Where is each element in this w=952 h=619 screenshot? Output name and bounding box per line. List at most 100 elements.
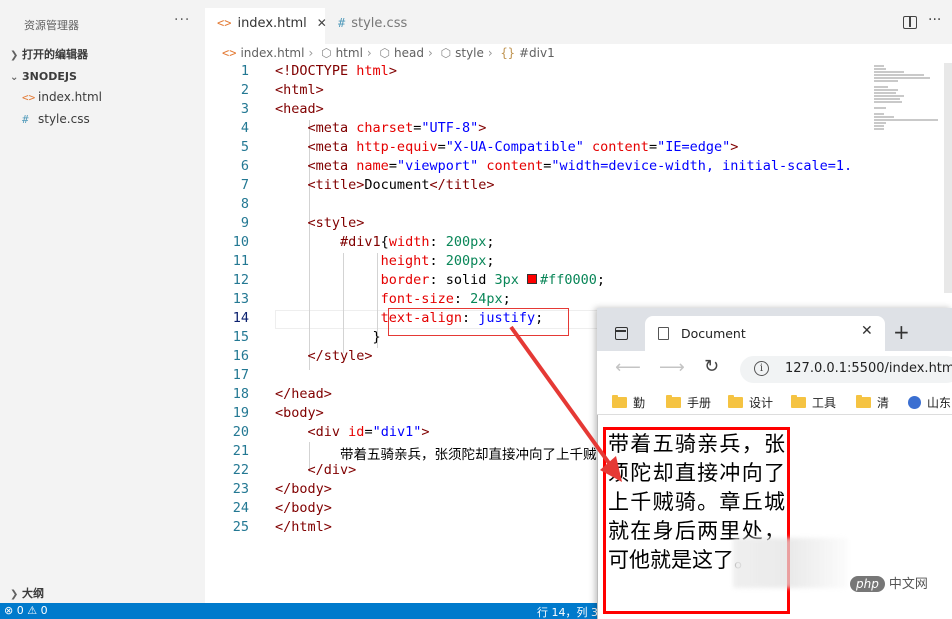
explorer-more-icon[interactable]: ··· [174,12,190,28]
code-line[interactable]: height: 200px; [275,253,495,269]
folder-section[interactable]: ⌄ 3NODEJS [10,70,77,83]
url-text[interactable]: 127.0.0.1:5500/index.html [785,361,952,376]
code-line[interactable]: </div> [275,462,357,478]
line-number: 7 [240,177,249,193]
code-line[interactable]: </head> [275,386,332,402]
reload-icon[interactable]: ↻ [704,356,719,377]
html-file-icon: <> [222,46,237,60]
code-line[interactable]: font-size: 24px; [275,291,511,307]
minimap[interactable] [866,63,952,153]
code-line[interactable]: </body> [275,481,332,497]
close-icon[interactable]: ✕ [861,323,873,339]
back-arrow-icon[interactable]: ⟵ [615,357,641,378]
chevron-right-icon: › [428,46,433,60]
bookmarks-bar [597,387,952,415]
line-number: 18 [232,386,249,402]
open-editors-section[interactable]: ❯ 打开的编辑器 [10,46,88,62]
split-editor-icon[interactable] [903,16,917,29]
bookmark-folder[interactable]: 设计 [728,394,773,411]
code-line[interactable]: <meta http-equiv="X-UA-Compatible" conte… [275,139,739,155]
line-number: 20 [232,424,249,440]
breadcrumb: <> index.html › ⬡ html › ⬡ head › ⬡ style › {} #d… [222,46,559,60]
line-number: 3 [240,101,249,117]
code-line[interactable]: <style> [275,215,365,231]
code-line[interactable]: <body> [275,405,324,421]
code-line[interactable]: #div1{width: 200px; [275,234,494,250]
chevron-right-icon: › [366,46,372,60]
info-icon[interactable]: i [754,361,769,376]
new-tab-icon[interactable]: + [893,320,910,344]
line-number: 23 [232,481,249,497]
code-line[interactable]: <title>Document</title> [275,177,495,193]
code-line[interactable]: </body> [275,500,332,516]
chevron-down-icon: ⌄ [10,72,19,83]
folder-icon [666,395,681,408]
code-line[interactable]: <meta charset="UTF-8"> [275,120,487,136]
breadcrumb-item[interactable]: index.html [240,46,304,60]
bookmark-folder[interactable]: 工具 [791,394,836,411]
line-number: 10 [232,234,249,250]
folder-icon [612,395,627,408]
outline-section[interactable]: ❯ 大纲 [10,585,44,601]
code-line[interactable]: </html> [275,519,332,535]
code-line[interactable]: </style> [275,348,373,364]
watermark: php 中文网 [850,573,928,592]
line-number: 1 [240,63,249,79]
breadcrumb-item[interactable]: head [394,46,424,60]
css-file-icon: # [22,113,29,126]
problems-indicator[interactable]: ⊗ 0 ⚠ 0 [4,604,48,617]
browser-tab-title: Document [681,326,746,341]
bookmark-site[interactable]: 山东 [908,394,951,411]
more-actions-icon[interactable]: ··· [928,12,941,28]
page-icon [658,327,669,340]
line-number: 6 [240,158,249,174]
code-line[interactable]: <div id="div1"> [275,424,430,440]
code-line[interactable]: <html> [275,82,324,98]
folder-icon [791,395,806,408]
line-number: 21 [232,443,249,459]
globe-icon [908,396,921,409]
forward-arrow-icon[interactable]: ⟶ [659,357,685,378]
code-line[interactable]: 带着五骑亲兵，张须陀却直接冲向了上千贼 [275,443,597,463]
watermark-text: 中文网 [888,577,928,592]
line-number: 2 [240,82,249,98]
css-file-icon: # [338,16,346,30]
chevron-right-icon: ❯ [10,589,19,600]
line-number: 12 [232,272,249,288]
vertical-scrollbar[interactable] [944,63,952,293]
line-number: 13 [232,291,249,307]
line-number: 15 [232,329,249,345]
chevron-right-icon: ❯ [10,50,19,61]
line-number: 16 [232,348,249,364]
element-icon: ⬡ [440,46,452,60]
folder-icon [728,395,743,408]
bookmark-folder[interactable]: 清 [856,394,889,411]
code-line[interactable]: <!DOCTYPE html> [275,63,397,79]
selector-icon: {} [500,46,515,60]
element-icon: ⬡ [379,46,391,60]
breadcrumb-item[interactable]: #div1 [519,46,555,60]
annotation-highlight-box [388,308,569,336]
breadcrumb-item[interactable]: style [455,46,484,60]
file-item-index-html[interactable]: <> index.html [22,90,102,104]
cursor-position[interactable]: 行 14，列 3 [537,604,598,619]
code-line[interactable]: <meta name="viewport" content="width=dev… [275,158,853,174]
bookmark-folder[interactable]: 手册 [666,394,711,411]
bookmark-folder[interactable]: 勤 [612,394,645,411]
explorer-title: 资源管理器 [24,19,79,32]
file-item-style-css[interactable]: # style.css [22,112,90,126]
tab-style-css[interactable]: # style.css [326,8,436,44]
code-line[interactable]: border: solid 3px #ff0000; [275,272,605,288]
tab-index-html[interactable]: <> index.html ✕ [205,8,327,44]
line-number: 24 [232,500,249,516]
breadcrumb-item[interactable]: html [336,46,363,60]
window-menu-icon[interactable] [615,327,628,340]
folder-icon [856,395,871,408]
element-icon: ⬡ [321,46,332,60]
line-number: 11 [232,253,249,269]
line-number: 14 [232,310,249,326]
line-number: 22 [232,462,249,478]
code-line[interactable]: <head> [275,101,324,117]
code-line[interactable]: } [275,329,381,345]
chevron-right-icon: › [487,46,493,60]
